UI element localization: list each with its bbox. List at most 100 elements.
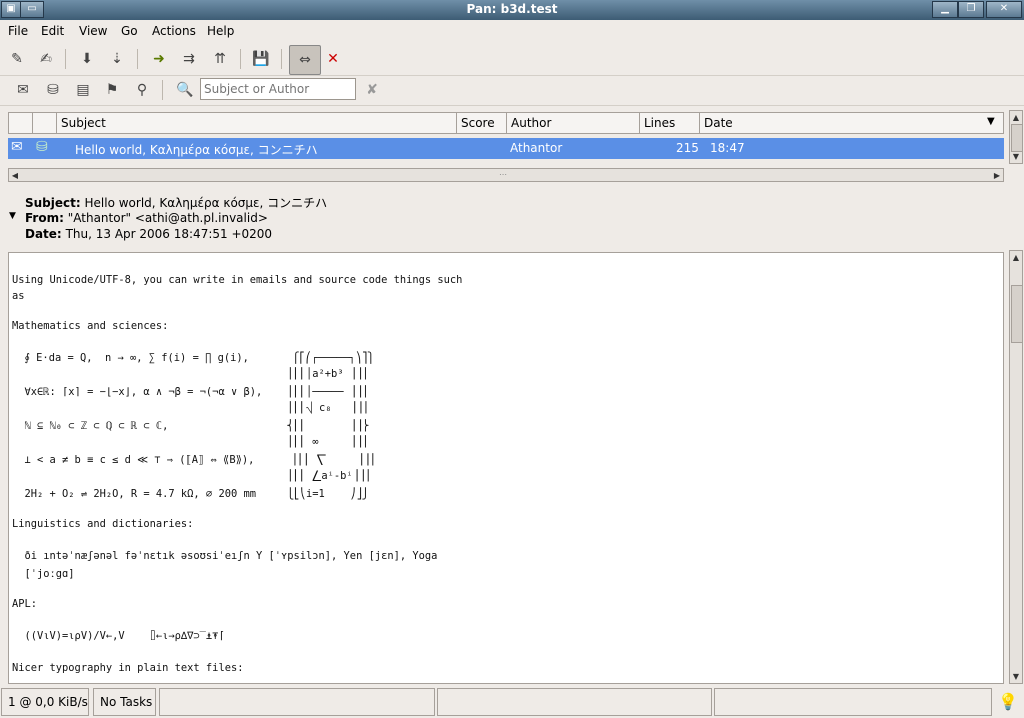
subject-label: Subject: bbox=[25, 196, 81, 210]
menu-actions[interactable]: Actions bbox=[152, 24, 196, 38]
body-line: Using Unicode/UTF-8, you can write in em… bbox=[12, 274, 463, 286]
message-subject-line: Subject: Hello world, Καλημέρα κόσμε, コン… bbox=[25, 194, 327, 211]
save-icon[interactable]: 💾 bbox=[250, 48, 272, 70]
header-list-scrollbar[interactable]: ▲ ▼ bbox=[1009, 110, 1023, 164]
get-new-icon[interactable]: ⇣ bbox=[106, 48, 128, 70]
toolbar-separator bbox=[137, 49, 138, 69]
filter-cached-icon[interactable]: ⛁ bbox=[42, 79, 64, 101]
message-from: "Athantor" <athi@ath.pl.invalid> bbox=[67, 211, 268, 225]
toolbar-separator bbox=[65, 49, 66, 69]
unread-mail-icon: ✉ bbox=[11, 139, 23, 155]
body-line: ∮ E⋅da = Q, n → ∞, ∑ f(i) = ∏ g(i), ⎧⎡⎛┌… bbox=[12, 352, 375, 364]
row-date: 18:47 bbox=[710, 141, 745, 155]
body-line: APL: bbox=[12, 598, 38, 610]
column-subject[interactable]: Subject bbox=[57, 113, 457, 133]
task-status[interactable]: No Tasks bbox=[93, 688, 156, 716]
post-article-icon[interactable]: ✎ bbox=[6, 48, 28, 70]
row-author: Athantor bbox=[510, 141, 563, 155]
scroll-down-icon[interactable]: ▼ bbox=[1010, 670, 1022, 683]
row-subject: Hello world, Καλημέρα κόσμε, コンニチハ bbox=[75, 143, 318, 157]
search-input[interactable] bbox=[200, 78, 356, 100]
menu-edit[interactable]: Edit bbox=[41, 24, 64, 38]
status-progress bbox=[159, 688, 435, 716]
toggle-pane-icon[interactable]: ⇔ bbox=[289, 45, 321, 75]
column-date[interactable]: Date bbox=[700, 113, 1003, 133]
body-line: ⎪⎢⎜ ⎳aⁱ-bⁱ⎟⎥⎪ bbox=[12, 470, 372, 482]
filter-toolbar: ✉ ⛁ ▤ ⚑ ⚲ 🔍 ✘ bbox=[0, 75, 1024, 106]
sort-descending-icon[interactable]: ▼ bbox=[987, 116, 995, 127]
body-line: ⎪⎢⎜ ∞ ⎟⎥⎪ bbox=[12, 436, 369, 448]
body-line: [ˈjoːgɑ] bbox=[12, 568, 75, 580]
window-title: Pan: b3d.test bbox=[466, 2, 558, 16]
filter-complete-icon[interactable]: ▤ bbox=[72, 79, 94, 101]
message-subject: Hello world, Καλημέρα κόσμε, コンニチハ bbox=[84, 196, 328, 210]
body-line: Nicer typography in plain text files: bbox=[12, 662, 244, 674]
scroll-down-icon[interactable]: ▼ bbox=[1010, 150, 1022, 163]
scroll-left-icon[interactable]: ◀ bbox=[9, 169, 21, 182]
menu-view[interactable]: View bbox=[79, 24, 107, 38]
body-line: ði ıntəˈnæʃənəl fəˈnɛtık əsoʊsiˈeıʃn Y [… bbox=[12, 550, 438, 562]
body-line: Linguistics and dictionaries: bbox=[12, 518, 194, 530]
expand-headers-icon[interactable]: ▼ bbox=[9, 211, 16, 221]
maximize-icon[interactable]: ❐ bbox=[958, 1, 984, 18]
scroll-right-icon[interactable]: ▶ bbox=[991, 169, 1003, 182]
row-lines: 215 bbox=[676, 141, 699, 155]
minimize-icon[interactable]: ▁ bbox=[932, 1, 958, 18]
message-body-scrollbar[interactable]: ▲ ▼ bbox=[1009, 250, 1023, 684]
status-extra bbox=[714, 688, 992, 716]
column-score[interactable]: Score bbox=[457, 113, 507, 133]
parent-article-icon[interactable]: ⇈ bbox=[209, 48, 231, 70]
menu-help[interactable]: Help bbox=[207, 24, 234, 38]
next-thread-icon[interactable]: ⇉ bbox=[178, 48, 200, 70]
filter-score-icon[interactable]: ⚲ bbox=[131, 79, 153, 101]
menu-file[interactable]: File bbox=[8, 24, 28, 38]
date-label: Date: bbox=[25, 227, 62, 241]
filter-watched-icon[interactable]: ⚑ bbox=[101, 79, 123, 101]
message-from-line: From: "Athantor" <athi@ath.pl.invalid> bbox=[25, 211, 268, 225]
close-window-icon[interactable]: ✕ bbox=[986, 1, 1022, 18]
clear-search-icon[interactable]: ✘ bbox=[361, 79, 383, 101]
column-status[interactable] bbox=[9, 113, 33, 133]
body-line: ℕ ⊆ ℕ₀ ⊂ ℤ ⊂ ℚ ⊂ ℝ ⊂ ℂ, ⎨⎢⎜ ⎟⎥⎬ bbox=[12, 420, 369, 432]
scrollbar-thumb[interactable] bbox=[1011, 124, 1023, 152]
cached-article-icon: ⛁ bbox=[36, 139, 48, 155]
table-row[interactable]: ✉ ⛁ Hello world, Καλημέρα κόσμε, コンニチハ A… bbox=[8, 138, 1004, 159]
status-bar: 1 @ 0,0 KiB/s No Tasks 💡 bbox=[0, 686, 1024, 718]
filter-unread-icon[interactable]: ✉ bbox=[12, 79, 34, 101]
body-line: as bbox=[12, 290, 25, 302]
body-line: ((V⍳V)=⍳⍴V)/V←,V ⌷←⍳→⍴∆∇⊃‾⍎⍕⌈ bbox=[12, 630, 225, 642]
column-cache[interactable] bbox=[33, 113, 57, 133]
menu-go[interactable]: Go bbox=[121, 24, 138, 38]
main-toolbar: ✎ ✍ ⬇ ⇣ ➜ ⇉ ⇈ 💾 ⇔ ✕ bbox=[0, 43, 1024, 76]
cancel-icon[interactable]: ✕ bbox=[322, 48, 344, 70]
body-line: ⎪⎢⎜│a²+b³ ⎟⎥⎪ bbox=[12, 368, 369, 380]
message-body[interactable]: Using Unicode/UTF-8, you can write in em… bbox=[8, 252, 1004, 684]
scrollbar-thumb[interactable] bbox=[1011, 285, 1023, 343]
body-line: 2H₂ + O₂ ⇌ 2H₂O, R = 4.7 kΩ, ⌀ 200 mm ⎩⎣… bbox=[12, 488, 369, 500]
from-label: From: bbox=[25, 211, 64, 225]
body-line: ∀x∈ℝ: ⌈x⌉ = −⌊−x⌋, α ∧ ¬β = ¬(¬α ∨ β), ⎪… bbox=[12, 386, 369, 398]
window-titlebar: ▣ ▭ Pan: b3d.test ▁ ❐ ✕ bbox=[0, 0, 1024, 20]
body-line: Mathematics and sciences: bbox=[12, 320, 169, 332]
toolbar-separator bbox=[240, 49, 241, 69]
body-line: ⎪⎢⎜⎷ c₈ ⎟⎥⎪ bbox=[12, 402, 370, 414]
body-line: ⊥ < a ≠ b ≡ c ≤ d ≪ ⊤ ⇒ (⟦A⟧ ⇔ ⟪B⟫), ⎪⎢⎜… bbox=[12, 454, 377, 466]
search-icon: 🔍 bbox=[176, 82, 194, 98]
scroll-up-icon[interactable]: ▲ bbox=[1010, 111, 1022, 124]
column-lines[interactable]: Lines bbox=[640, 113, 700, 133]
toolbar-separator bbox=[162, 80, 163, 100]
message-date-line: Date: Thu, 13 Apr 2006 18:47:51 +0200 bbox=[25, 227, 272, 241]
column-author[interactable]: Author bbox=[507, 113, 640, 133]
lightbulb-icon[interactable]: 💡 bbox=[998, 692, 1018, 711]
pane-grip-icon[interactable]: ⋯ bbox=[499, 170, 515, 180]
article-list-header: Subject Score Author Lines Date ▼ bbox=[8, 112, 1004, 134]
toolbar-separator bbox=[281, 49, 282, 69]
message-date: Thu, 13 Apr 2006 18:47:51 +0200 bbox=[65, 227, 273, 241]
download-headers-icon[interactable]: ⬇ bbox=[76, 48, 98, 70]
next-unread-icon[interactable]: ➜ bbox=[148, 48, 170, 70]
followup-icon[interactable]: ✍ bbox=[35, 48, 57, 70]
header-list-hscrollbar[interactable]: ◀ ⋯ ▶ bbox=[8, 168, 1004, 182]
scroll-up-icon[interactable]: ▲ bbox=[1010, 251, 1022, 264]
menu-bar: File Edit View Go Actions Help bbox=[0, 20, 1024, 42]
connection-status: 1 @ 0,0 KiB/s bbox=[1, 688, 89, 716]
